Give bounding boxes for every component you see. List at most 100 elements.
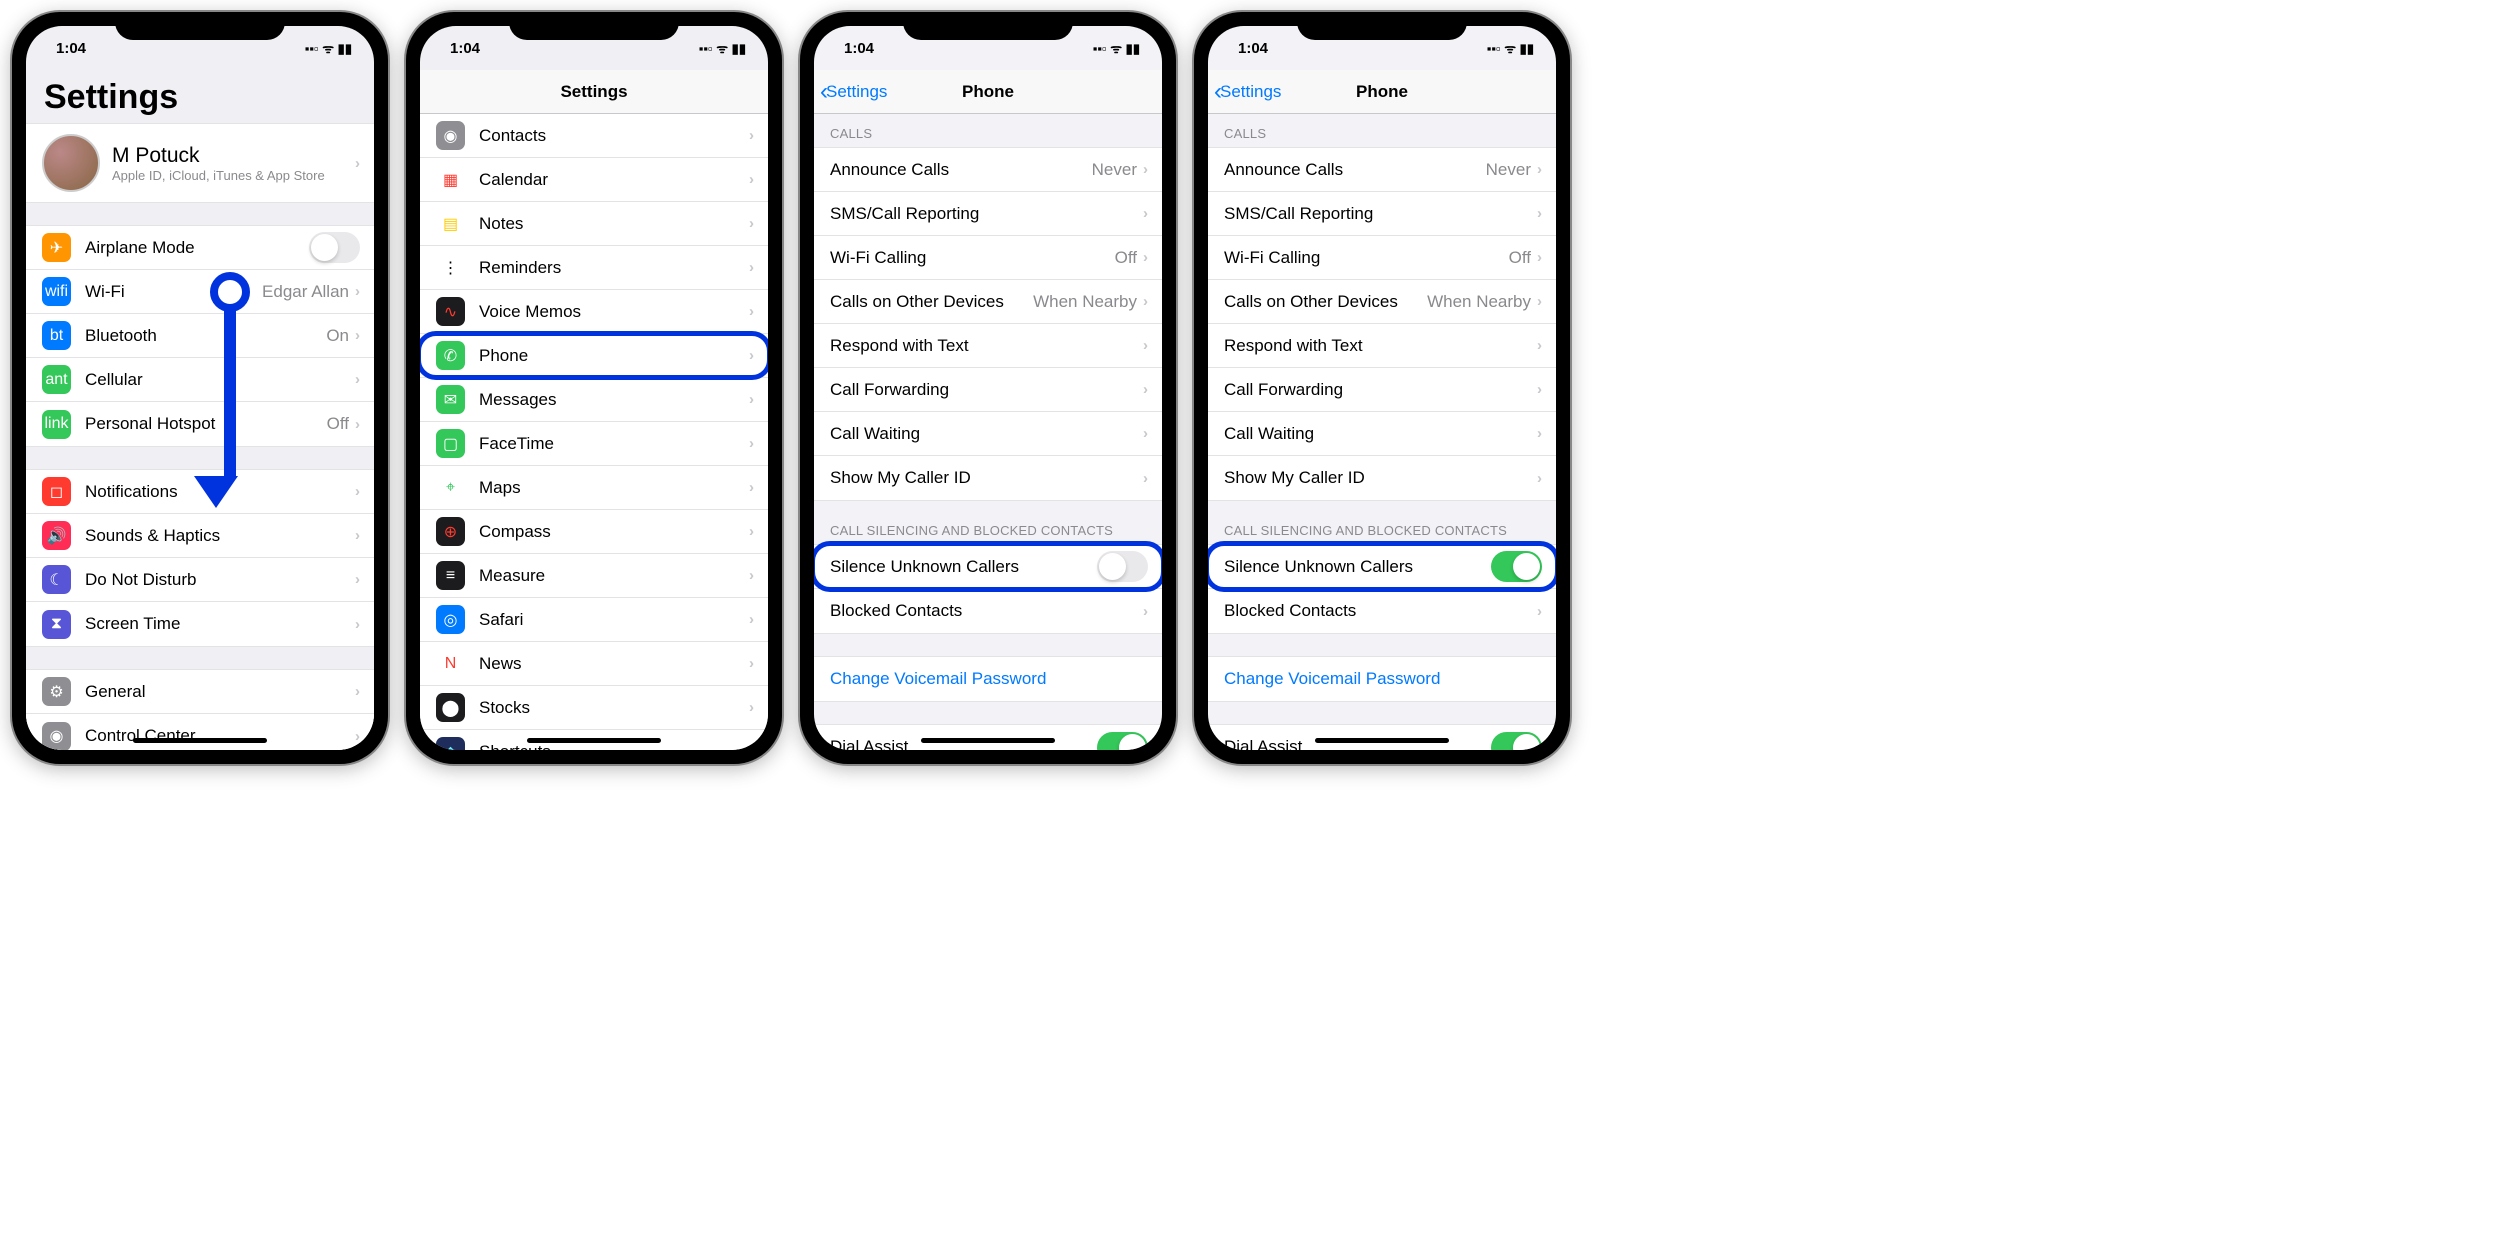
back-button[interactable]: ‹Settings [820,80,887,104]
chevron-icon: › [1143,603,1148,620]
cell-announce-calls[interactable]: Announce CallsNever› [814,148,1162,192]
cell-facetime[interactable]: ▢ FaceTime› [420,422,768,466]
cell-blocked-contacts[interactable]: Blocked Contacts › [1208,589,1556,633]
settings-content[interactable]: Settings M Potuck Apple ID, iCloud, iTun… [26,70,374,750]
cell-respond-with-text[interactable]: Respond with Text› [814,324,1162,368]
cell-announce-calls[interactable]: Announce CallsNever› [1208,148,1556,192]
cell-silence-unknown-callers[interactable]: Silence Unknown Callers [1208,545,1556,589]
cell-reminders[interactable]: ⋮ Reminders› [420,246,768,290]
cell-call-forwarding[interactable]: Call Forwarding› [814,368,1162,412]
cell-sounds-haptics[interactable]: 🔊 Sounds & Haptics› [26,514,374,558]
chevron-icon: › [1537,205,1542,222]
voicemail-group: Change Voicemail Password [814,656,1162,702]
cell-wi-fi-calling[interactable]: Wi-Fi CallingOff› [1208,236,1556,280]
cell-phone[interactable]: ✆ Phone› [420,334,768,378]
apps-group: ◉ Contacts› ▦ Calendar› ▤ Notes› ⋮ Remin… [420,114,768,750]
airplane-mode-toggle[interactable] [309,232,360,263]
cell-change-voicemail-password[interactable]: Change Voicemail Password [814,657,1162,701]
home-indicator[interactable] [527,738,661,743]
cell-compass[interactable]: ⊕ Compass› [420,510,768,554]
safari-icon: ◎ [436,605,465,634]
cell-bluetooth[interactable]: bt BluetoothOn› [26,314,374,358]
silence-toggle[interactable] [1097,551,1148,582]
status-icons: ▪▪▫ ᯤ ▮▮ [1487,39,1534,57]
home-indicator[interactable] [133,738,267,743]
cell-respond-with-text[interactable]: Respond with Text› [1208,324,1556,368]
cell-value: On [326,326,349,346]
shortcuts-icon: ◆ [436,737,465,750]
status-icons: ▪▪▫ ᯤ ▮▮ [1093,39,1140,57]
home-indicator[interactable] [1315,738,1449,743]
status-icons: ▪▪▫ ᯤ ▮▮ [699,39,746,57]
cell-airplane-mode[interactable]: ✈︎ Airplane Mode [26,226,374,270]
dial-assist-toggle[interactable] [1491,732,1542,751]
cell-wi-fi-calling[interactable]: Wi-Fi CallingOff› [814,236,1162,280]
cell-label: Respond with Text [1224,336,1537,356]
cell-control-center[interactable]: ◉ Control Center› [26,714,374,750]
cell-screen-time[interactable]: ⧗ Screen Time› [26,602,374,646]
chevron-icon: › [355,371,360,388]
cell-safari[interactable]: ◎ Safari› [420,598,768,642]
cell-show-my-caller-id[interactable]: Show My Caller ID› [1208,456,1556,500]
iphone-frame-1: 1:04 ▪▪▫ ᯤ ▮▮ Settings M Potuck Apple ID… [12,12,388,764]
phone-settings[interactable]: CALLS Announce CallsNever› SMS/Call Repo… [814,114,1162,750]
cell-label: Announce Calls [830,160,1092,180]
cell-news[interactable]: N News› [420,642,768,686]
cell-calls-on-other-devices[interactable]: Calls on Other DevicesWhen Nearby› [1208,280,1556,324]
cell-general[interactable]: ⚙︎ General› [26,670,374,714]
apple-id-cell[interactable]: M Potuck Apple ID, iCloud, iTunes & App … [26,124,374,202]
cell-messages[interactable]: ✉︎ Messages› [420,378,768,422]
chevron-icon: › [1143,337,1148,354]
airplane-mode-icon: ✈︎ [42,233,71,262]
nav-title: Phone [962,82,1014,102]
home-indicator[interactable] [921,738,1055,743]
cell-voice-memos[interactable]: ∿ Voice Memos› [420,290,768,334]
cell-wi-fi[interactable]: wifi Wi-FiEdgar Allan› [26,270,374,314]
cell-call-forwarding[interactable]: Call Forwarding› [1208,368,1556,412]
cell-sms-call-reporting[interactable]: SMS/Call Reporting› [814,192,1162,236]
cell-change-voicemail-password[interactable]: Change Voicemail Password [1208,657,1556,701]
calls-group: Announce CallsNever› SMS/Call Reporting›… [814,147,1162,501]
chevron-icon: › [1143,161,1148,178]
notifications-icon: ◻︎ [42,477,71,506]
connectivity-group: ✈︎ Airplane Mode wifi Wi-FiEdgar Allan› … [26,225,374,447]
cell-maps[interactable]: ⌖ Maps› [420,466,768,510]
cell-call-waiting[interactable]: Call Waiting› [814,412,1162,456]
cell-notes[interactable]: ▤ Notes› [420,202,768,246]
apps-list[interactable]: ◉ Contacts› ▦ Calendar› ▤ Notes› ⋮ Remin… [420,114,768,750]
cell-label: Contacts [479,126,749,146]
cell-notifications[interactable]: ◻︎ Notifications› [26,470,374,514]
cell-call-waiting[interactable]: Call Waiting› [1208,412,1556,456]
cell-calls-on-other-devices[interactable]: Calls on Other DevicesWhen Nearby› [814,280,1162,324]
cell-measure[interactable]: ≡ Measure› [420,554,768,598]
phone-icon: ✆ [436,341,465,370]
bluetooth-icon: bt [42,321,71,350]
cell-cellular[interactable]: ant Cellular› [26,358,374,402]
chevron-icon: › [749,171,754,188]
cell-personal-hotspot[interactable]: link Personal HotspotOff› [26,402,374,446]
cell-label: Wi-Fi Calling [1224,248,1509,268]
messages-icon: ✉︎ [436,385,465,414]
cell-sms-call-reporting[interactable]: SMS/Call Reporting› [1208,192,1556,236]
cell-label: Bluetooth [85,326,326,346]
cell-label: Compass [479,522,749,542]
chevron-icon: › [1143,249,1148,266]
cell-show-my-caller-id[interactable]: Show My Caller ID› [814,456,1162,500]
cell-label: Airplane Mode [85,238,309,258]
back-button[interactable]: ‹Settings [1214,80,1281,104]
iphone-frame-4: 1:04 ▪▪▫ ᯤ ▮▮ ‹Settings Phone CALLS Anno… [1194,12,1570,764]
phone-settings[interactable]: CALLS Announce CallsNever› SMS/Call Repo… [1208,114,1556,750]
cell-calendar[interactable]: ▦ Calendar› [420,158,768,202]
cell-contacts[interactable]: ◉ Contacts› [420,114,768,158]
silence-toggle[interactable] [1491,551,1542,582]
dial-assist-toggle[interactable] [1097,732,1148,751]
chevron-icon: › [1143,425,1148,442]
cell-stocks[interactable]: ⬤ Stocks› [420,686,768,730]
general-icon: ⚙︎ [42,677,71,706]
screen-settings-root: 1:04 ▪▪▫ ᯤ ▮▮ Settings M Potuck Apple ID… [26,26,374,750]
cell-blocked-contacts[interactable]: Blocked Contacts › [814,589,1162,633]
alerts-group: ◻︎ Notifications› 🔊 Sounds & Haptics› ☾ … [26,469,374,647]
cell-do-not-disturb[interactable]: ☾ Do Not Disturb› [26,558,374,602]
cell-silence-unknown-callers[interactable]: Silence Unknown Callers [814,545,1162,589]
cell-label: Maps [479,478,749,498]
